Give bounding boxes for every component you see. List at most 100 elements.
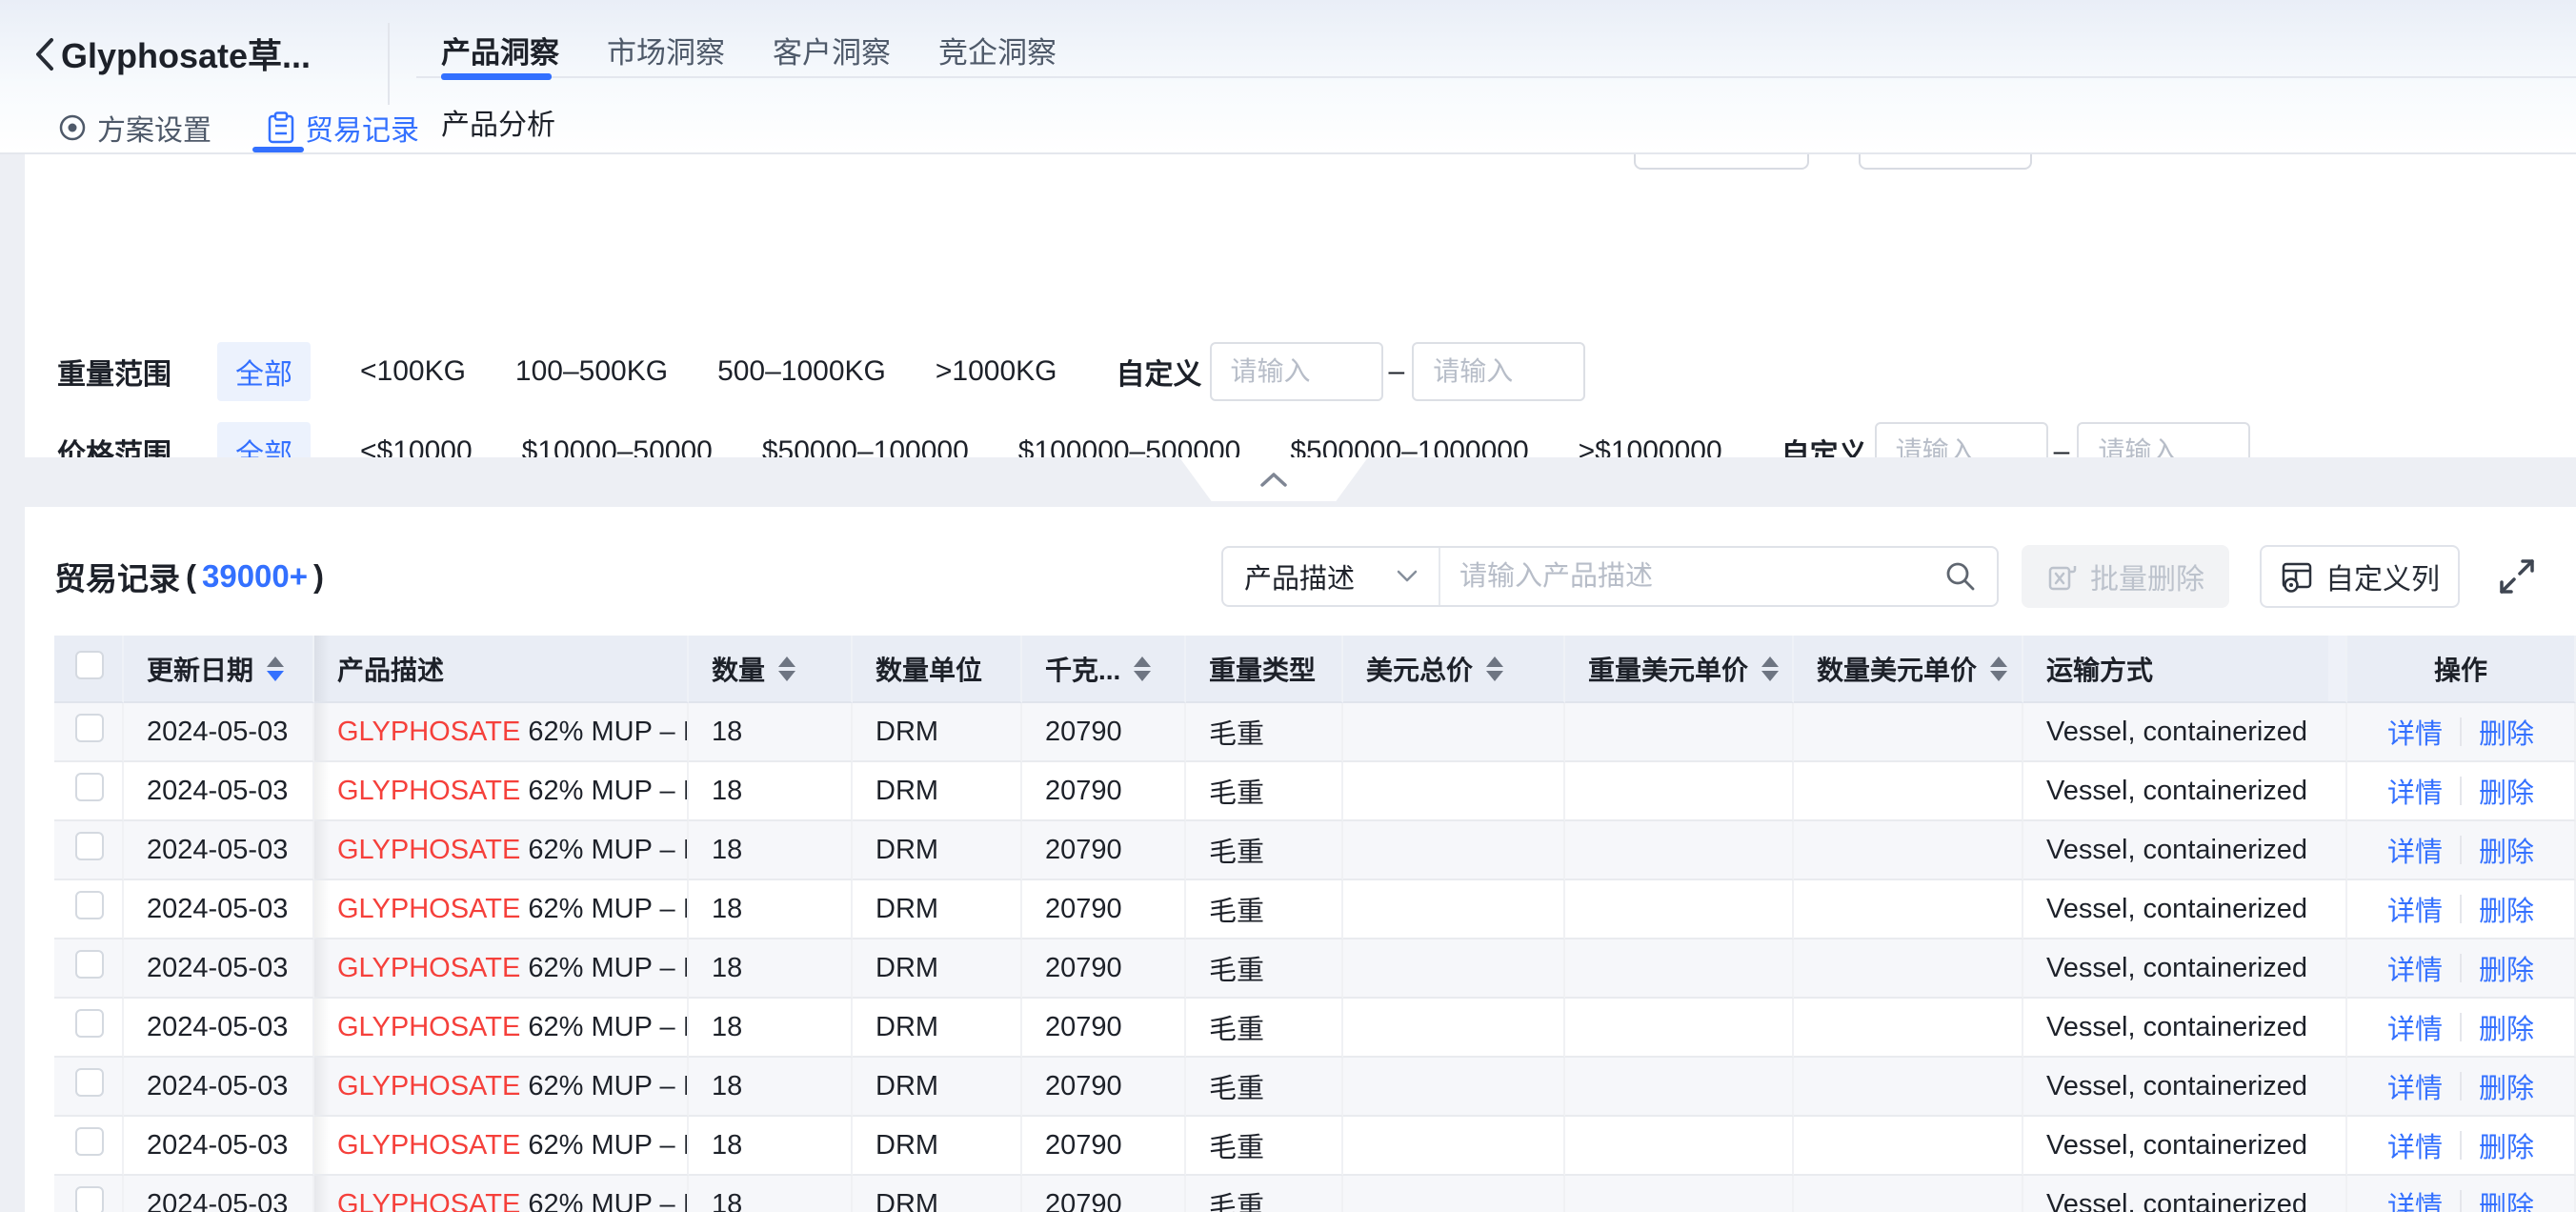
row-checkbox[interactable] xyxy=(75,1068,104,1097)
fullscreen-icon[interactable] xyxy=(2494,554,2540,599)
sort-usd-total[interactable] xyxy=(1486,656,1503,681)
price-option[interactable]: >$1000000 xyxy=(1579,435,1722,457)
price-option[interactable]: $50000–100000 xyxy=(762,435,969,457)
cell-usd-per-qty xyxy=(1794,762,2023,821)
price-min-input[interactable] xyxy=(1875,422,2048,457)
cell-usd-per-weight xyxy=(1565,821,1794,880)
row-select-cell xyxy=(54,703,124,762)
row-select-cell xyxy=(54,1058,124,1117)
cell-weight-type: 毛重 xyxy=(1186,999,1343,1058)
weight-option[interactable]: 100–500KG xyxy=(515,355,668,388)
custom-columns-icon xyxy=(2280,559,2314,594)
subtab-product-analysis[interactable]: 产品分析 xyxy=(441,101,555,143)
delete-link[interactable]: 删除 xyxy=(2479,712,2534,752)
row-checkbox[interactable] xyxy=(75,714,104,742)
cell-usd-total xyxy=(1343,703,1565,762)
tab-market-insight[interactable]: 市场洞察 xyxy=(607,29,725,81)
back-chevron-icon[interactable] xyxy=(29,34,63,74)
price-option[interactable]: $10000–50000 xyxy=(522,435,713,457)
detail-link[interactable]: 详情 xyxy=(2387,1066,2443,1106)
row-checkbox[interactable] xyxy=(75,891,104,919)
weight-option[interactable]: >1000KG xyxy=(936,355,1057,388)
custom-columns-button[interactable]: 自定义列 xyxy=(2260,545,2460,608)
cell-usd-total xyxy=(1343,821,1565,880)
row-checkbox[interactable] xyxy=(75,950,104,979)
delete-link[interactable]: 删除 xyxy=(2479,1184,2534,1212)
header-usd-total-label: 美元总价 xyxy=(1366,650,1473,688)
weight-option[interactable]: 500–1000KG xyxy=(717,355,886,388)
desc-keyword-highlight: GLYPHOSATE xyxy=(337,953,520,983)
search-field-select[interactable]: 产品描述 xyxy=(1223,548,1440,605)
detail-link[interactable]: 详情 xyxy=(2387,1007,2443,1047)
cell-qty-unit: DRM xyxy=(853,1176,1022,1212)
header-usd-per-qty-label: 数量美元单价 xyxy=(1817,650,1977,688)
trade-records-table: 更新日期 产品描述 数量 数量单位 千克... 重量类型 美元总价 重量美元单价… xyxy=(54,636,2576,1212)
cell-kg: 20790 xyxy=(1022,762,1186,821)
row-select-cell xyxy=(54,999,124,1058)
detail-link[interactable]: 详情 xyxy=(2387,1184,2443,1212)
weight-max-input[interactable] xyxy=(1412,342,1585,401)
search-input[interactable] xyxy=(1459,561,1932,593)
price-max-input[interactable] xyxy=(2077,422,2250,457)
search-icon[interactable] xyxy=(1943,559,1978,594)
row-checkbox[interactable] xyxy=(75,832,104,860)
price-option[interactable]: $500000–1000000 xyxy=(1290,435,1528,457)
cell-usd-per-qty xyxy=(1794,703,2023,762)
cell-usd-per-weight xyxy=(1565,762,1794,821)
detail-link[interactable]: 详情 xyxy=(2387,1125,2443,1165)
tab-competitor-insight[interactable]: 竞企洞察 xyxy=(938,29,1057,81)
delete-link[interactable]: 删除 xyxy=(2479,889,2534,929)
row-checkbox[interactable] xyxy=(75,1186,104,1212)
active-nav-indicator xyxy=(252,147,304,152)
sort-usd-per-weight[interactable] xyxy=(1761,656,1779,681)
cell-qty: 18 xyxy=(689,1176,853,1212)
row-checkbox[interactable] xyxy=(75,1127,104,1156)
detail-link[interactable]: 详情 xyxy=(2387,948,2443,988)
row-checkbox[interactable] xyxy=(75,1009,104,1038)
cell-transport: Vessel, containerized xyxy=(2023,821,2347,880)
detail-link[interactable]: 详情 xyxy=(2387,712,2443,752)
tab-customer-insight[interactable]: 客户洞察 xyxy=(773,29,891,81)
table-body: 2024-05-03 GLYPHOSATE 62% MUP – I... 18 … xyxy=(54,703,2576,1212)
delete-link[interactable]: 删除 xyxy=(2479,1125,2534,1165)
sort-kg[interactable] xyxy=(1134,656,1151,681)
cell-actions: 详情 删除 xyxy=(2347,1117,2576,1176)
sort-update-date[interactable] xyxy=(267,656,284,681)
header-weight-type: 重量类型 xyxy=(1186,636,1343,703)
header-update-date-label: 更新日期 xyxy=(147,650,253,688)
clipped-input-2[interactable] xyxy=(1859,154,2032,170)
detail-link[interactable]: 详情 xyxy=(2387,889,2443,929)
batch-delete-label: 批量删除 xyxy=(2090,556,2204,597)
clipped-input-1[interactable] xyxy=(1634,154,1809,170)
weight-option-all[interactable]: 全部 xyxy=(217,342,311,401)
detail-link[interactable]: 详情 xyxy=(2387,830,2443,870)
sort-qty[interactable] xyxy=(778,656,795,681)
price-option[interactable]: <$10000 xyxy=(360,435,473,457)
row-checkbox[interactable] xyxy=(75,773,104,801)
select-all-checkbox[interactable] xyxy=(75,651,104,679)
price-option[interactable]: $100000–500000 xyxy=(1018,435,1241,457)
header-kg: 千克... xyxy=(1022,636,1186,703)
delete-link[interactable]: 删除 xyxy=(2479,948,2534,988)
collapse-band xyxy=(0,457,2576,507)
delete-link[interactable]: 删除 xyxy=(2479,830,2534,870)
table-row: 2024-05-03 GLYPHOSATE 62% MUP – I... 18 … xyxy=(54,762,2576,821)
collapse-filters-button[interactable] xyxy=(1179,457,1368,501)
sort-usd-per-qty[interactable] xyxy=(1990,656,2007,681)
desc-keyword-highlight: GLYPHOSATE xyxy=(337,1189,520,1212)
price-option-all[interactable]: 全部 xyxy=(217,422,311,457)
delete-link[interactable]: 删除 xyxy=(2479,1007,2534,1047)
delete-link[interactable]: 删除 xyxy=(2479,771,2534,811)
cell-product-desc: GLYPHOSATE 62% MUP – I... xyxy=(314,703,689,762)
nav-item-trade-records[interactable]: 贸易记录 xyxy=(267,107,419,149)
delete-link[interactable]: 删除 xyxy=(2479,1066,2534,1106)
cell-transport: Vessel, containerized xyxy=(2023,703,2347,762)
page-title: Glyphosate草... xyxy=(61,29,311,78)
weight-option[interactable]: <100KG xyxy=(360,355,466,388)
detail-link[interactable]: 详情 xyxy=(2387,771,2443,811)
nav-item-scheme-settings[interactable]: 方案设置 xyxy=(57,107,211,149)
batch-delete-button[interactable]: 批量删除 xyxy=(2022,545,2229,608)
cell-product-desc: GLYPHOSATE 62% MUP – I... xyxy=(314,1117,689,1176)
weight-min-input[interactable] xyxy=(1210,342,1383,401)
chevron-up-icon xyxy=(1259,472,1288,487)
